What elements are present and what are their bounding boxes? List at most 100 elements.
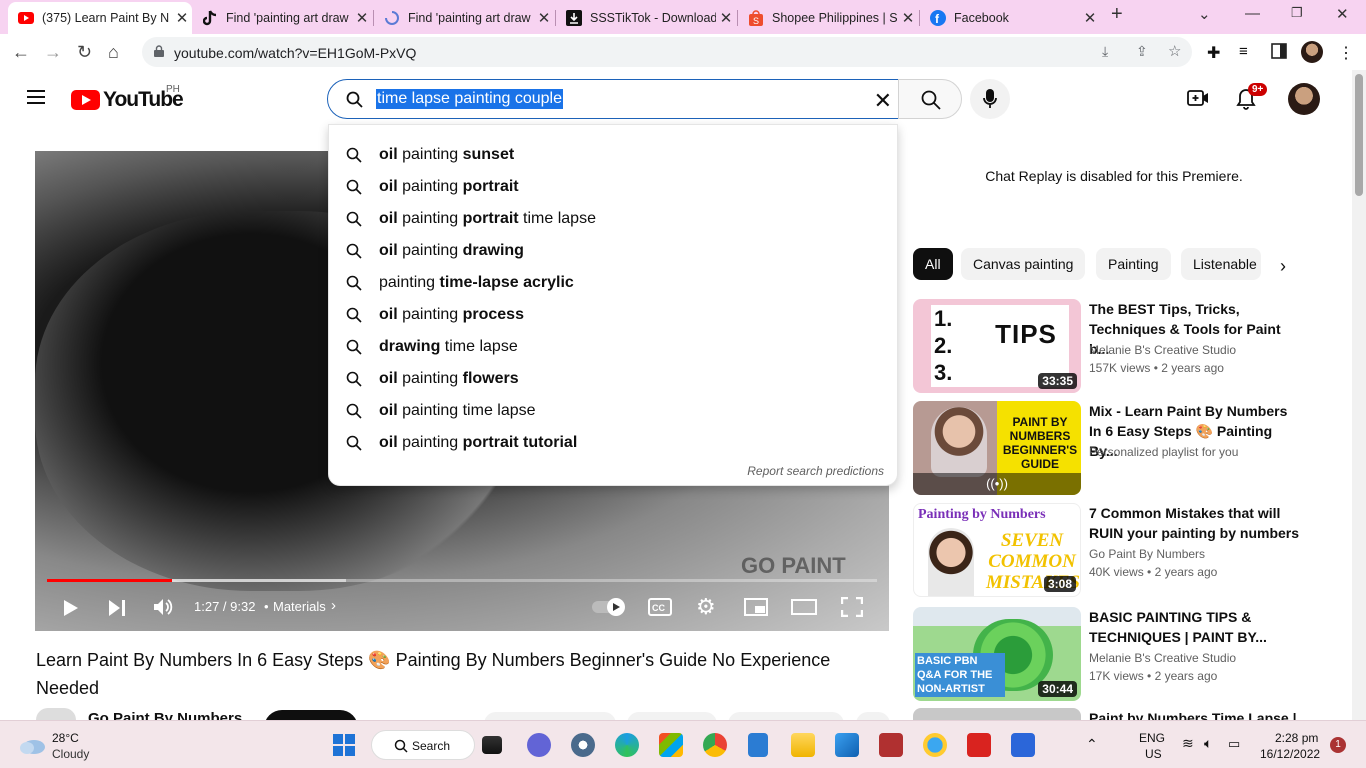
video-thumbnail[interactable] xyxy=(913,708,1081,720)
media-queue-icon[interactable]: ≡ xyxy=(1239,43,1257,61)
tab-close-icon[interactable]: ✕ xyxy=(534,9,554,27)
tab-facebook[interactable]: f Facebook ✕ xyxy=(920,4,1100,32)
autoplay-toggle[interactable] xyxy=(592,597,628,617)
teams-chat-icon[interactable] xyxy=(527,733,551,757)
tab-loading-search[interactable]: Find 'painting art draw ✕ xyxy=(374,4,554,32)
suggestion-item[interactable]: painting time-lapse acrylic xyxy=(329,267,897,299)
tab-close-icon[interactable]: ✕ xyxy=(172,9,192,27)
report-search-predictions-link[interactable]: Report search predictions xyxy=(747,464,884,478)
back-arrow-icon[interactable]: ← xyxy=(12,42,30,63)
tab-ssstiktok[interactable]: SSSTikTok - Download ✕ xyxy=(556,4,736,32)
tab-shopee[interactable]: S Shopee Philippines | S ✕ xyxy=(738,4,918,32)
windows-start-icon[interactable] xyxy=(333,734,355,756)
suggestion-item[interactable]: oil painting process xyxy=(329,299,897,331)
recommendation-channel[interactable]: Melanie B's Creative Studio xyxy=(1089,343,1236,357)
suggestion-item[interactable]: oil painting portrait xyxy=(329,171,897,203)
search-button[interactable] xyxy=(898,79,962,119)
chapter-chevron-icon[interactable]: › xyxy=(331,597,336,614)
next-video-icon[interactable] xyxy=(108,599,126,617)
recommendation-channel[interactable]: Go Paint By Numbers xyxy=(1089,547,1205,561)
mcafee-icon[interactable] xyxy=(967,733,991,757)
suggestion-item[interactable]: oil painting flowers xyxy=(329,363,897,395)
forward-arrow-icon[interactable]: → xyxy=(44,42,62,63)
notification-count-badge[interactable]: 1 xyxy=(1330,737,1346,753)
home-icon[interactable]: ⌂ xyxy=(108,42,119,63)
tab-close-icon[interactable]: ✕ xyxy=(898,9,918,27)
suggestion-item[interactable]: drawing time lapse xyxy=(329,331,897,363)
edge-browser-icon[interactable] xyxy=(615,733,639,757)
notepad-icon[interactable] xyxy=(748,733,768,757)
scrollbar-thumb[interactable] xyxy=(1355,74,1363,196)
tab-close-icon[interactable]: ✕ xyxy=(716,9,736,27)
chip-canvas-painting[interactable]: Canvas painting xyxy=(961,248,1086,280)
suggestion-item[interactable]: oil painting sunset xyxy=(329,139,897,171)
youtube-logo[interactable]: YouTube PH xyxy=(71,84,184,112)
theater-mode-icon[interactable] xyxy=(791,598,817,616)
weather-temperature[interactable]: 28°C xyxy=(52,731,79,745)
region-indicator[interactable]: US xyxy=(1145,747,1162,761)
recommendation-title[interactable]: Paint by Numbers Time Lapse | xyxy=(1089,708,1299,720)
settings-app-icon[interactable] xyxy=(571,733,595,757)
omnibox[interactable]: youtube.com/watch?v=EH1GoM-PxVQ ⤓ ⇪ ☆ xyxy=(142,37,1192,67)
close-window-icon[interactable]: ✕ xyxy=(1336,5,1349,23)
video-thumbnail[interactable]: BASIC PBN Q&A FOR THE NON-ARTIST 30:44 xyxy=(913,607,1081,701)
miniplayer-icon[interactable] xyxy=(744,598,768,616)
chip-listenable[interactable]: Listenable xyxy=(1181,248,1261,280)
clock-date[interactable]: 16/12/2022 xyxy=(1260,747,1320,761)
chip-painting[interactable]: Painting xyxy=(1096,248,1171,280)
clock-time[interactable]: 2:28 pm xyxy=(1275,731,1318,745)
show-hidden-icons-chevron-icon[interactable]: ⌃ xyxy=(1086,736,1098,753)
tab-close-icon[interactable]: ✕ xyxy=(1080,9,1100,27)
install-app-icon[interactable]: ⤓ xyxy=(1102,43,1108,60)
captions-icon[interactable]: CC xyxy=(648,598,672,616)
volume-icon[interactable] xyxy=(153,597,175,617)
language-indicator[interactable]: ENG xyxy=(1139,731,1165,745)
account-avatar[interactable] xyxy=(1288,83,1320,115)
tab-tiktok-search[interactable]: Find 'painting art draw ✕ xyxy=(192,4,372,32)
tab-search-chevron-icon[interactable]: ⌄ xyxy=(1198,5,1211,23)
video-thumbnail[interactable]: Painting by Numbers SEVEN COMMON MISTAKE… xyxy=(913,503,1081,597)
play-icon[interactable] xyxy=(63,599,79,617)
weather-description[interactable]: Cloudy xyxy=(52,747,89,761)
suggestion-item[interactable]: oil painting time lapse xyxy=(329,395,897,427)
bookmark-star-icon[interactable]: ☆ xyxy=(1168,42,1181,60)
microsoft-store-icon[interactable] xyxy=(659,733,683,757)
help-app-icon[interactable] xyxy=(923,733,947,757)
voice-search-button[interactable] xyxy=(970,79,1010,119)
recommendation-channel[interactable]: Melanie B's Creative Studio xyxy=(1089,651,1236,665)
suggestion-item[interactable]: oil painting portrait time lapse xyxy=(329,203,897,235)
recommendation-item[interactable]: 1. 2. 3. TIPS 33:35 The BEST Tips, Tricks,… xyxy=(913,299,1313,393)
video-thumbnail[interactable]: PAINT BY NUMBERS BEGINNER'S GUIDE ((•)) xyxy=(913,401,1081,495)
fullscreen-icon[interactable] xyxy=(841,597,863,617)
new-tab-button[interactable]: + xyxy=(1111,3,1123,26)
recommendation-item[interactable]: PAINT BY NUMBERS BEGINNER'S GUIDE ((•)) … xyxy=(913,401,1313,495)
task-view-icon[interactable] xyxy=(482,736,502,754)
clear-search-icon[interactable]: ✕ xyxy=(874,88,892,114)
chrome-browser-icon[interactable] xyxy=(703,733,727,757)
tab-youtube[interactable]: (375) Learn Paint By N ✕ xyxy=(8,2,192,34)
minimize-icon[interactable]: — xyxy=(1245,5,1260,22)
settings-gear-icon[interactable]: ⚙ xyxy=(696,594,716,620)
suggestion-item[interactable]: oil painting drawing xyxy=(329,235,897,267)
progress-bar[interactable] xyxy=(47,579,877,582)
page-scrollbar[interactable] xyxy=(1352,70,1366,720)
recommendation-title[interactable]: 7 Common Mistakes that will RUIN your pa… xyxy=(1089,503,1299,543)
chips-next-chevron-icon[interactable]: › xyxy=(1280,256,1286,277)
extensions-puzzle-icon[interactable]: ✚ xyxy=(1207,43,1225,62)
channel-avatar[interactable] xyxy=(36,708,76,720)
suggestion-item[interactable]: oil painting portrait tutorial xyxy=(329,427,897,459)
share-icon[interactable]: ⇪ xyxy=(1136,43,1148,60)
wifi-icon[interactable]: ≋ xyxy=(1182,735,1194,752)
speaker-icon[interactable]: 🔈︎ xyxy=(1204,735,1212,752)
restore-icon[interactable]: ❐ xyxy=(1291,5,1303,21)
photos-app-icon[interactable] xyxy=(835,733,859,757)
chip-all[interactable]: All xyxy=(913,248,953,280)
search-box[interactable]: time lapse painting couple ✕ xyxy=(327,79,899,119)
recommendation-item[interactable]: BASIC PBN Q&A FOR THE NON-ARTIST 30:44 B… xyxy=(913,607,1313,701)
battery-icon[interactable]: ▭ xyxy=(1228,736,1240,752)
profile-avatar[interactable] xyxy=(1301,41,1323,63)
reload-icon[interactable]: ↻ xyxy=(77,42,92,63)
taskbar-search-box[interactable]: Search xyxy=(371,730,475,760)
recommendation-item[interactable]: Paint by Numbers Time Lapse | xyxy=(913,708,1313,720)
recommendation-item[interactable]: Painting by Numbers SEVEN COMMON MISTAKE… xyxy=(913,503,1313,597)
